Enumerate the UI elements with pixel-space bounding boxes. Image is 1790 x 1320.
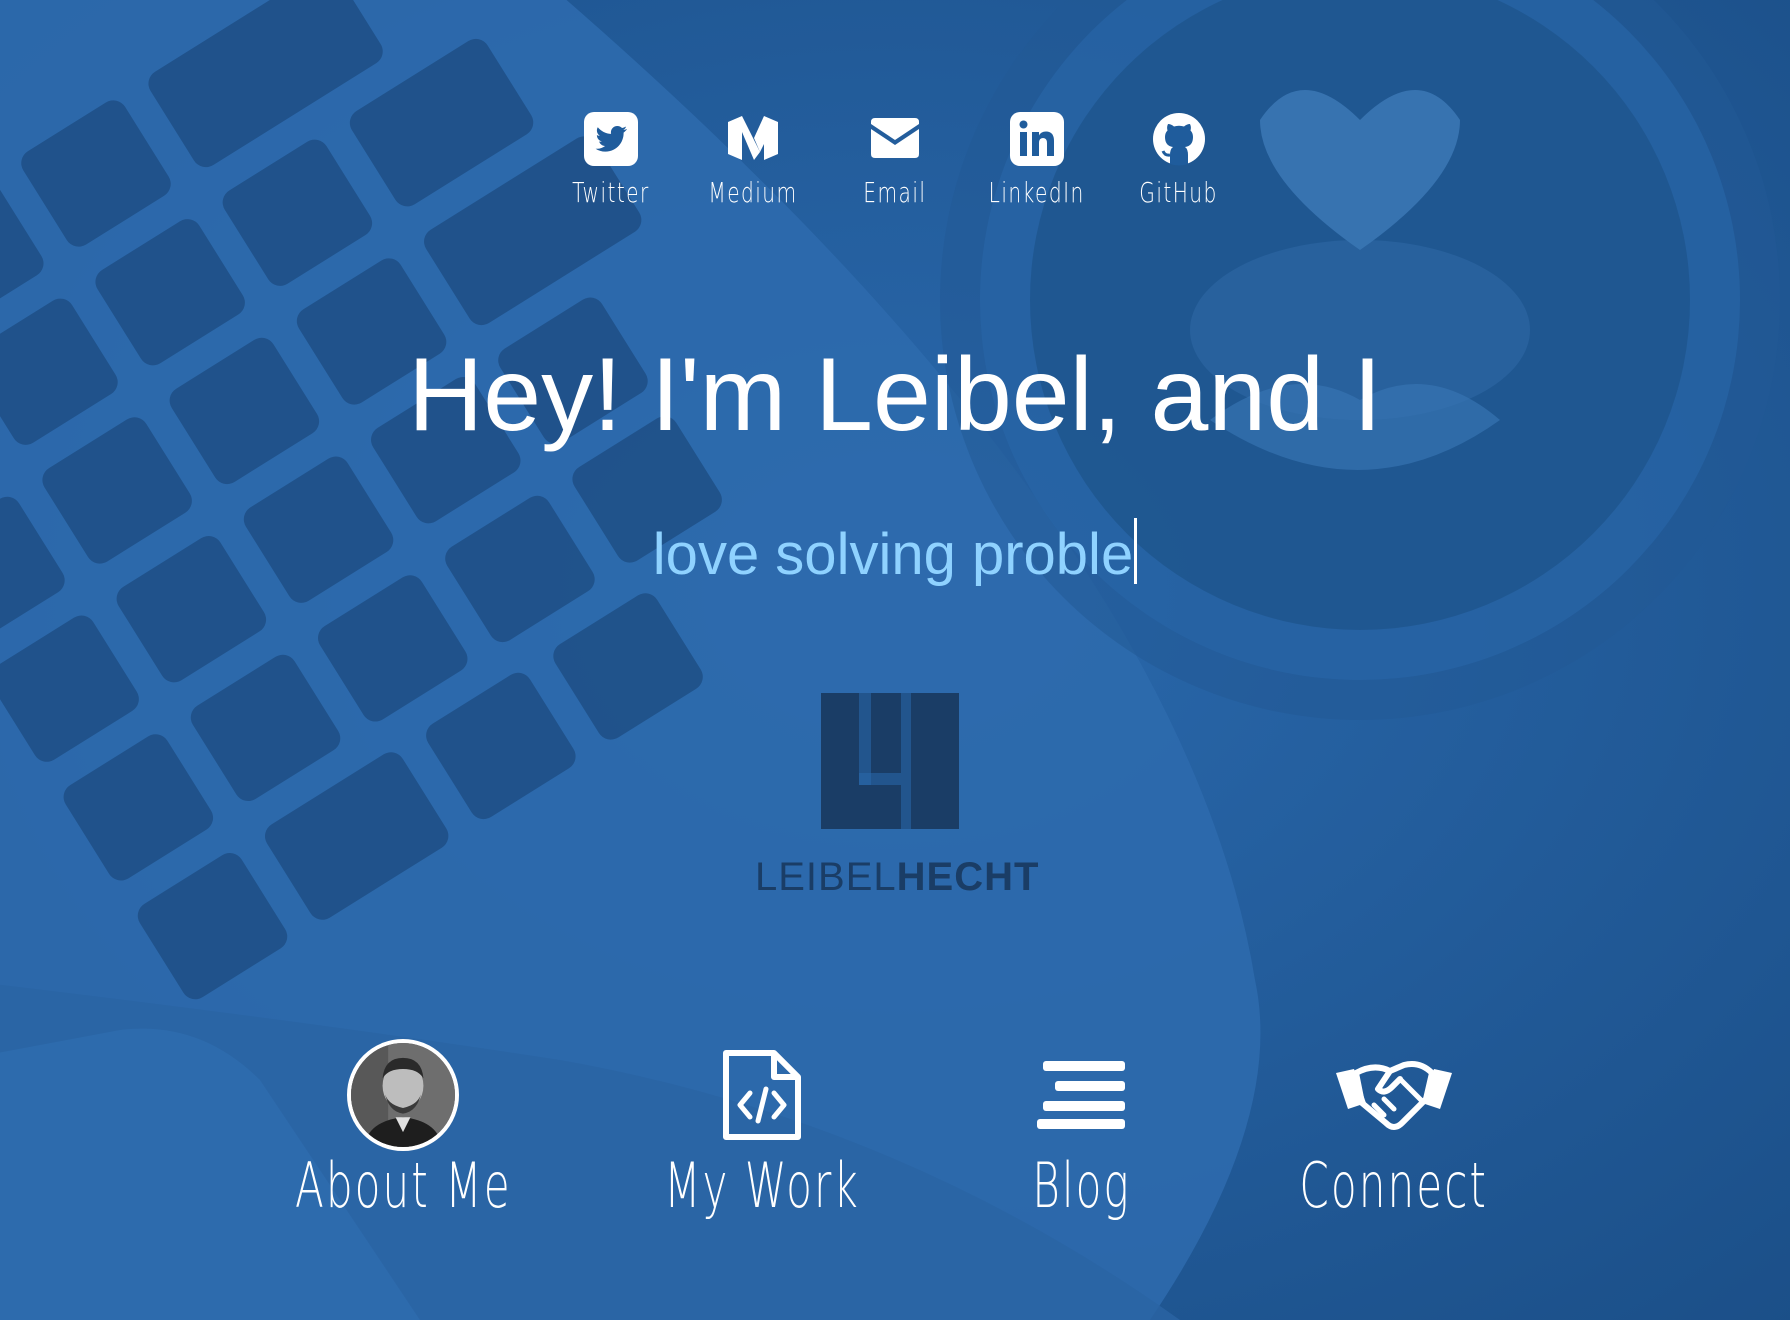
- blog-lines-icon: [1037, 1061, 1125, 1129]
- social-label-github: GitHub: [1139, 176, 1219, 209]
- nav-icon-blog: [1035, 1035, 1127, 1155]
- main-navigation: About Me My Work Blog Connect: [0, 1035, 1790, 1235]
- social-label-linkedin: LinkedIn: [988, 176, 1086, 209]
- twitter-icon: [584, 112, 638, 166]
- nav-item-about-me[interactable]: About Me: [273, 1035, 533, 1222]
- nav-label-connect: Connect: [1299, 1149, 1489, 1222]
- social-link-medium[interactable]: Medium: [702, 112, 804, 209]
- nav-item-connect[interactable]: Connect: [1264, 1035, 1524, 1222]
- typing-caret: [1134, 518, 1138, 584]
- social-label-twitter: Twitter: [572, 176, 650, 209]
- social-link-twitter[interactable]: Twitter: [560, 112, 662, 209]
- github-icon: [1153, 113, 1205, 166]
- medium-icon: [728, 116, 778, 160]
- typed-subtitle: love solving proble: [0, 518, 1790, 592]
- nav-label-about-me: About Me: [294, 1149, 512, 1222]
- nav-item-blog[interactable]: Blog: [951, 1035, 1211, 1222]
- logo-wordmark-first: LEIBEL: [755, 855, 897, 899]
- hero-headline: Hey! I'm Leibel, and I: [408, 337, 1382, 453]
- code-file-icon: [723, 1050, 801, 1140]
- social-link-email[interactable]: Email: [844, 112, 946, 209]
- logo-wordmark: LEIBELHECHT: [755, 855, 1038, 900]
- avatar-photo: [351, 1043, 455, 1147]
- social-label-email: Email: [863, 176, 927, 209]
- logo-mark: [821, 693, 959, 829]
- leibel-hecht-logo[interactable]: LEIBELHECHT: [755, 693, 1038, 900]
- linkedin-icon: [1010, 112, 1064, 166]
- social-links: Twitter Medium Email LinkedIn GitHub: [0, 112, 1790, 209]
- avatar: [347, 1039, 459, 1151]
- logo-wordmark-last: HECHT: [896, 855, 1040, 899]
- handshake-icon: [1336, 1061, 1452, 1130]
- typed-text: love solving proble: [652, 522, 1134, 587]
- social-link-linkedin[interactable]: LinkedIn: [986, 112, 1088, 209]
- nav-icon-about-me: [347, 1035, 459, 1155]
- nav-label-my-work: My Work: [664, 1149, 860, 1222]
- social-label-medium: Medium: [708, 176, 798, 209]
- nav-icon-connect: [1334, 1035, 1454, 1155]
- social-link-github[interactable]: GitHub: [1128, 112, 1230, 209]
- nav-label-blog: Blog: [1031, 1149, 1131, 1222]
- email-icon: [871, 118, 919, 158]
- nav-item-my-work[interactable]: My Work: [632, 1035, 892, 1222]
- nav-icon-my-work: [722, 1035, 802, 1155]
